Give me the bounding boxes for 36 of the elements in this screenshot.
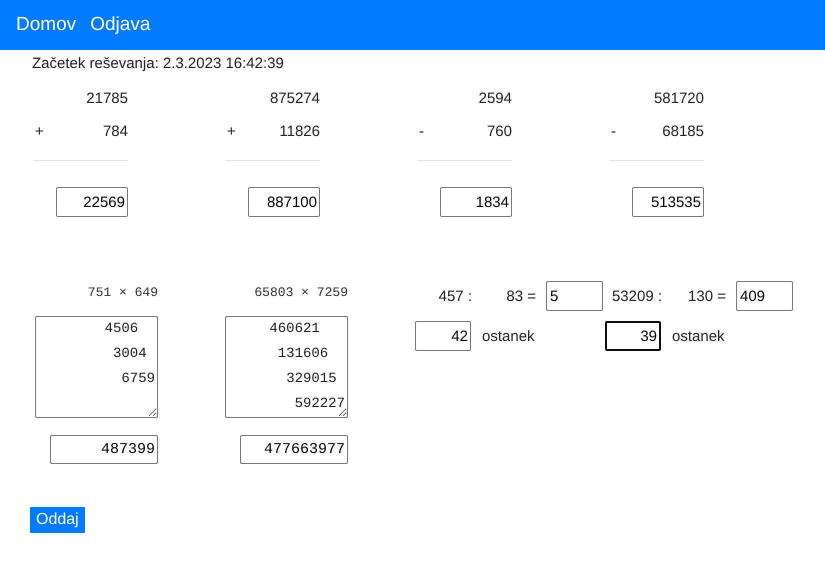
remainder-label: ostanek xyxy=(672,328,725,344)
number: 784 xyxy=(102,123,128,142)
number: 760 xyxy=(486,123,512,142)
answer-field[interactable]: 887100 xyxy=(248,187,320,217)
number: 875274 xyxy=(270,90,320,109)
quotient-field[interactable]: 409 xyxy=(736,281,793,311)
divisor: 130 = xyxy=(687,288,726,304)
nav-link[interactable]: Domov xyxy=(16,14,76,36)
number: 21785 xyxy=(86,90,128,109)
answer-field[interactable]: 513535 xyxy=(632,187,704,217)
quotient-field[interactable]: 5 xyxy=(546,281,603,311)
answer-field[interactable]: 1834 xyxy=(440,187,512,217)
number: 2594 xyxy=(478,90,512,109)
answer-field[interactable]: 487399 xyxy=(50,435,158,464)
number: 68185 xyxy=(662,123,704,142)
remainder-field[interactable]: 42 xyxy=(415,321,471,351)
number: 581720 xyxy=(654,90,704,109)
dividend: 53209 : xyxy=(610,288,662,304)
remainder-field[interactable]: 39 xyxy=(605,321,661,351)
work-area-field[interactable]: 4506 3004 6759 xyxy=(35,316,158,418)
number: 11826 xyxy=(279,123,320,142)
submit-button[interactable]: Oddaj xyxy=(30,507,85,533)
operator: - xyxy=(610,123,616,142)
work-area-field[interactable]: 460621 131606 329015 592227 xyxy=(225,316,348,418)
nav-link[interactable]: Odjava xyxy=(90,14,150,36)
start-time-label: Začetek reševanja: 2.3.2023 16:42:39 xyxy=(32,55,285,74)
multiplication-expression: 65803 × 7259 xyxy=(254,285,348,301)
answer-field[interactable]: 477663977 xyxy=(240,435,348,464)
operator: + xyxy=(226,123,236,142)
dividend: 457 : xyxy=(438,288,472,304)
remainder-label: ostanek xyxy=(482,328,535,344)
operator: - xyxy=(418,123,424,142)
multiplication-expression: 751 × 649 xyxy=(88,285,158,301)
answer-field[interactable]: 22569 xyxy=(56,187,128,217)
divisor: 83 = xyxy=(505,288,536,304)
operator: + xyxy=(34,123,44,142)
